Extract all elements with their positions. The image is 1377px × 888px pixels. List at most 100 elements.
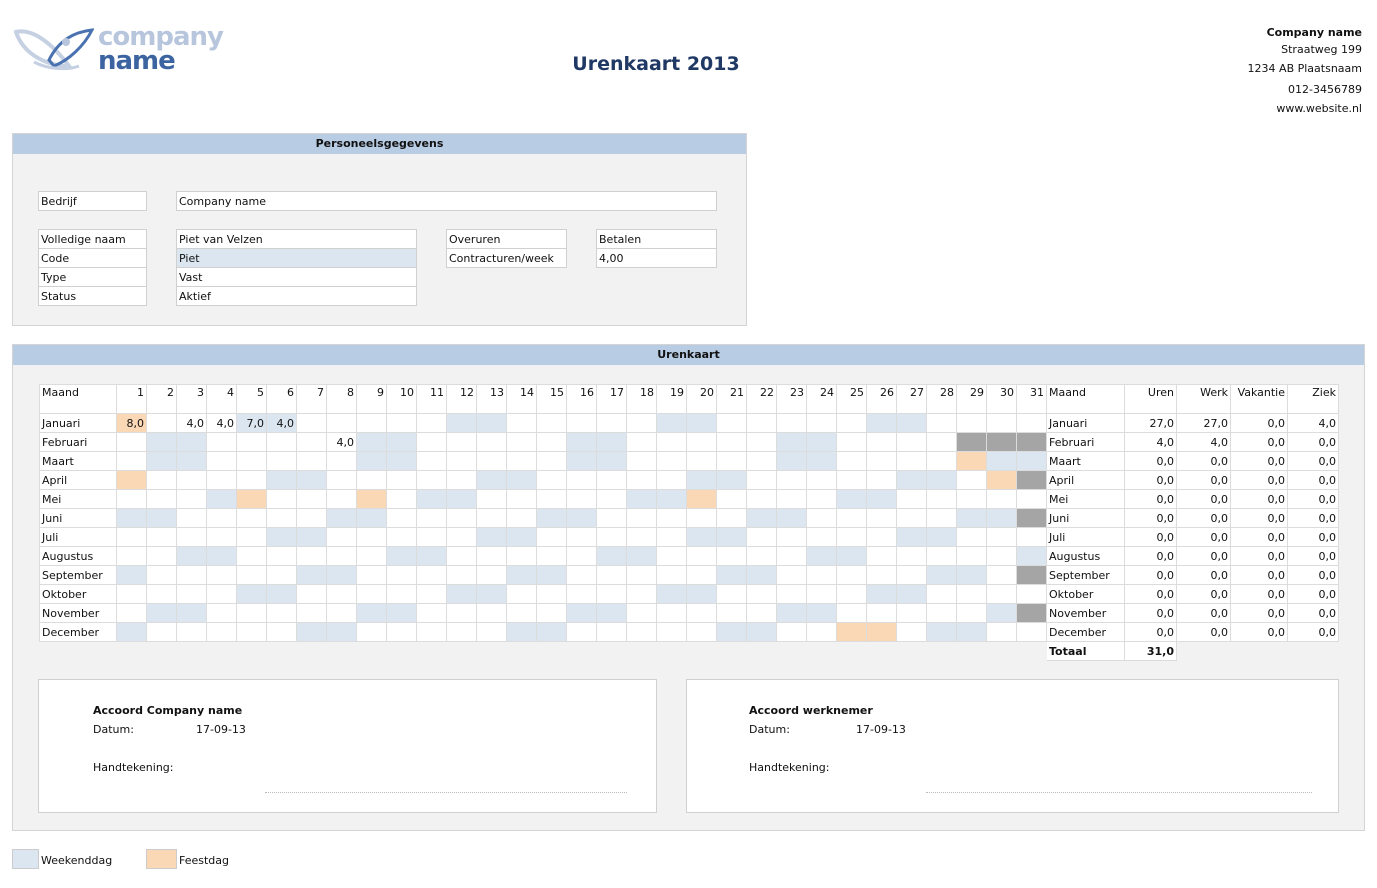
day-cell[interactable] xyxy=(117,585,147,604)
day-cell[interactable] xyxy=(747,414,777,433)
day-cell[interactable] xyxy=(717,433,747,452)
day-cell[interactable] xyxy=(357,585,387,604)
day-cell-holiday[interactable] xyxy=(837,623,867,642)
day-cell[interactable] xyxy=(837,471,867,490)
day-cell-weekend[interactable] xyxy=(897,585,927,604)
day-cell[interactable] xyxy=(447,509,477,528)
day-cell[interactable] xyxy=(867,452,897,471)
day-cell[interactable] xyxy=(987,585,1017,604)
day-cell[interactable] xyxy=(717,414,747,433)
day-cell[interactable] xyxy=(207,623,237,642)
day-cell[interactable] xyxy=(207,509,237,528)
day-cell[interactable] xyxy=(447,433,477,452)
day-cell-weekend[interactable] xyxy=(297,528,327,547)
day-cell-weekend[interactable] xyxy=(207,490,237,509)
day-cell[interactable] xyxy=(657,471,687,490)
day-cell-weekend[interactable] xyxy=(687,471,717,490)
day-cell-weekend[interactable] xyxy=(927,471,957,490)
day-cell-weekend[interactable] xyxy=(357,433,387,452)
day-cell[interactable] xyxy=(627,528,657,547)
day-cell[interactable] xyxy=(837,509,867,528)
day-cell-weekend[interactable] xyxy=(477,585,507,604)
day-cell[interactable] xyxy=(627,509,657,528)
day-cell[interactable] xyxy=(957,490,987,509)
day-cell[interactable] xyxy=(987,490,1017,509)
code-field[interactable]: Piet xyxy=(176,249,417,268)
day-cell[interactable] xyxy=(657,452,687,471)
day-cell-weekend[interactable] xyxy=(507,566,537,585)
day-cell[interactable] xyxy=(867,566,897,585)
day-cell-weekend[interactable] xyxy=(117,623,147,642)
day-cell[interactable] xyxy=(237,566,267,585)
day-cell[interactable] xyxy=(387,414,417,433)
day-cell[interactable] xyxy=(297,604,327,623)
day-cell[interactable] xyxy=(687,452,717,471)
day-cell-weekend[interactable] xyxy=(987,509,1017,528)
day-cell-weekend[interactable] xyxy=(477,528,507,547)
day-cell-weekend[interactable] xyxy=(687,528,717,547)
day-cell[interactable] xyxy=(897,623,927,642)
day-cell[interactable] xyxy=(687,604,717,623)
day-cell[interactable] xyxy=(1017,585,1047,604)
day-cell[interactable] xyxy=(837,433,867,452)
day-cell[interactable] xyxy=(627,414,657,433)
day-cell[interactable] xyxy=(597,585,627,604)
day-cell[interactable] xyxy=(357,528,387,547)
day-cell[interactable] xyxy=(987,566,1017,585)
day-cell[interactable] xyxy=(207,433,237,452)
day-cell[interactable] xyxy=(777,547,807,566)
day-cell[interactable] xyxy=(537,604,567,623)
day-cell[interactable] xyxy=(507,547,537,566)
day-cell[interactable] xyxy=(987,623,1017,642)
employee-signature-line[interactable] xyxy=(926,792,1312,793)
day-cell[interactable] xyxy=(567,414,597,433)
day-cell[interactable] xyxy=(837,528,867,547)
day-cell[interactable] xyxy=(807,528,837,547)
day-cell-weekend[interactable] xyxy=(147,604,177,623)
day-cell[interactable] xyxy=(567,585,597,604)
day-cell[interactable] xyxy=(777,490,807,509)
day-cell-weekend[interactable] xyxy=(1017,452,1047,471)
status-field[interactable]: Aktief xyxy=(176,287,417,306)
day-cell[interactable] xyxy=(297,585,327,604)
day-cell[interactable] xyxy=(177,528,207,547)
day-cell[interactable] xyxy=(417,566,447,585)
day-cell-weekend[interactable] xyxy=(507,623,537,642)
day-cell[interactable] xyxy=(897,566,927,585)
day-cell[interactable] xyxy=(567,490,597,509)
day-cell[interactable] xyxy=(537,414,567,433)
day-cell-weekend[interactable] xyxy=(267,528,297,547)
day-cell[interactable]: 4,0 xyxy=(327,433,357,452)
day-cell[interactable] xyxy=(207,604,237,623)
day-cell[interactable] xyxy=(807,490,837,509)
day-cell[interactable] xyxy=(777,585,807,604)
day-cell[interactable] xyxy=(807,471,837,490)
day-cell[interactable] xyxy=(537,547,567,566)
day-cell-weekend[interactable]: 4,0 xyxy=(267,414,297,433)
day-cell[interactable] xyxy=(687,509,717,528)
day-cell[interactable] xyxy=(477,509,507,528)
day-cell[interactable] xyxy=(387,471,417,490)
day-cell[interactable] xyxy=(147,414,177,433)
day-cell[interactable] xyxy=(327,585,357,604)
day-cell[interactable] xyxy=(417,604,447,623)
day-cell[interactable] xyxy=(237,471,267,490)
day-cell[interactable] xyxy=(177,623,207,642)
contract-field[interactable]: 4,00 xyxy=(596,249,717,268)
day-cell-weekend[interactable] xyxy=(597,547,627,566)
day-cell[interactable] xyxy=(267,623,297,642)
day-cell[interactable] xyxy=(147,490,177,509)
day-cell[interactable] xyxy=(267,566,297,585)
day-cell[interactable] xyxy=(837,585,867,604)
day-cell[interactable] xyxy=(897,452,927,471)
day-cell[interactable] xyxy=(477,490,507,509)
day-cell-weekend[interactable] xyxy=(927,566,957,585)
day-cell-holiday[interactable]: 8,0 xyxy=(117,414,147,433)
day-cell[interactable] xyxy=(327,528,357,547)
day-cell[interactable] xyxy=(477,623,507,642)
day-cell[interactable] xyxy=(837,452,867,471)
day-cell-weekend[interactable] xyxy=(777,509,807,528)
day-cell-weekend[interactable] xyxy=(927,528,957,547)
day-cell[interactable] xyxy=(897,604,927,623)
day-cell[interactable] xyxy=(747,490,777,509)
